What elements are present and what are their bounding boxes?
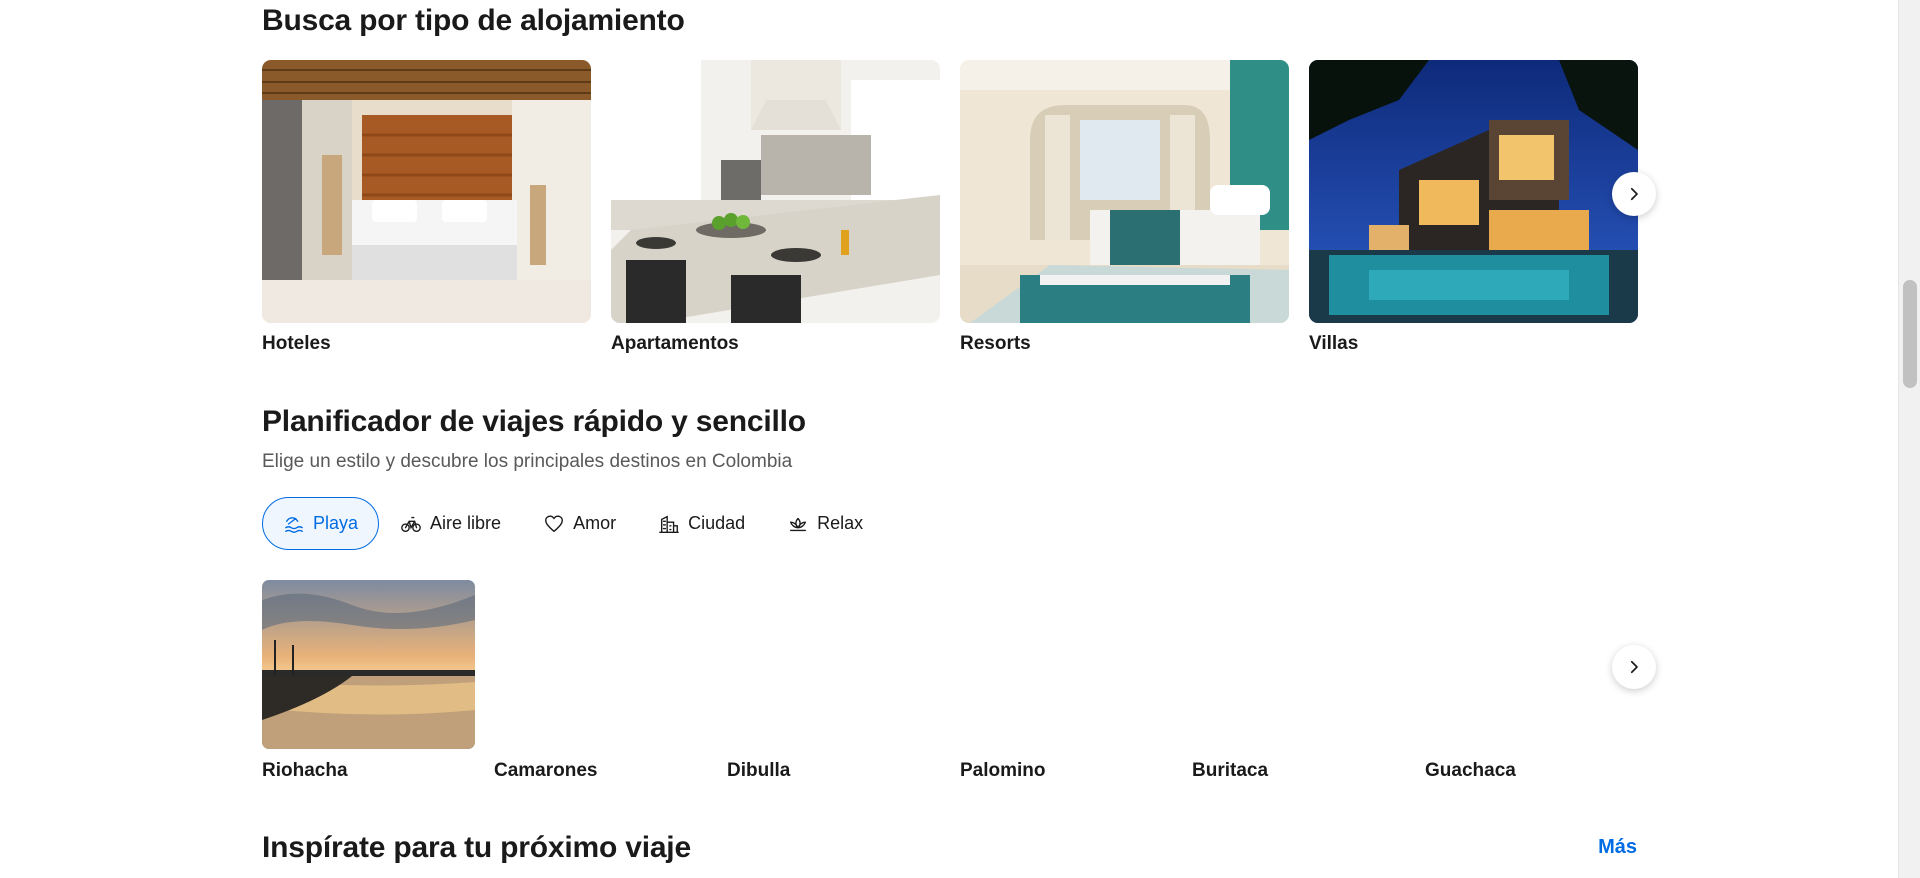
vertical-scrollbar[interactable] xyxy=(1898,0,1920,878)
bicycle-icon xyxy=(401,516,421,532)
apartment-image[interactable] xyxy=(611,60,940,323)
inspiration-title: Inspírate para tu próximo viaje xyxy=(262,831,691,864)
destination-label: Camarones xyxy=(494,760,598,781)
filter-label: Playa xyxy=(313,513,359,533)
property-types-title: Busca por tipo de alojamiento xyxy=(262,4,685,37)
resort-image[interactable] xyxy=(960,60,1289,323)
property-type-card-villas[interactable]: Villas xyxy=(1309,60,1638,355)
filter-outdoors[interactable]: Aire libre xyxy=(379,497,522,550)
property-type-card-resorts[interactable]: Resorts xyxy=(960,60,1289,355)
scrollbar-thumb[interactable] xyxy=(1903,280,1917,388)
hotel-image[interactable] xyxy=(262,60,591,323)
filter-label: Ciudad xyxy=(688,513,746,533)
destinations-next-button[interactable] xyxy=(1612,645,1656,689)
filter-love[interactable]: Amor xyxy=(522,497,637,550)
filter-label: Aire libre xyxy=(430,513,502,533)
heart-icon xyxy=(545,515,563,532)
filter-city[interactable]: Ciudad xyxy=(637,497,766,550)
property-types-next-button[interactable] xyxy=(1612,172,1656,216)
property-type-label: Apartamentos xyxy=(611,333,739,354)
property-type-card-hotels[interactable]: Hoteles xyxy=(262,60,591,355)
filter-label: Amor xyxy=(573,513,617,533)
trip-planner-title: Planificador de viajes rápido y sencillo xyxy=(262,405,806,438)
destination-label: Riohacha xyxy=(262,760,348,781)
destination-label: Buritaca xyxy=(1192,760,1269,781)
destination-label: Guachaca xyxy=(1425,760,1516,781)
city-icon xyxy=(659,515,679,533)
destination-card[interactable]: Riohacha xyxy=(262,580,475,781)
chevron-right-icon xyxy=(1630,187,1638,201)
property-type-card-apartments[interactable]: Apartamentos xyxy=(611,60,940,355)
lotus-icon xyxy=(790,517,807,531)
destination-image[interactable] xyxy=(262,580,475,749)
property-type-label: Resorts xyxy=(960,333,1031,354)
filter-beach[interactable]: Playa xyxy=(262,497,380,550)
page: Busca por tipo de alojamiento Hoteles Ap… xyxy=(0,0,1898,878)
property-type-label: Hoteles xyxy=(262,333,331,354)
trip-style-filters: Playa Aire libre Amor Ciudad Relax xyxy=(262,497,884,550)
more-link[interactable]: Más xyxy=(1598,836,1637,859)
filter-label: Relax xyxy=(817,513,864,533)
destination-label: Palomino xyxy=(960,760,1046,781)
beach-icon xyxy=(285,516,303,533)
filter-relax[interactable]: Relax xyxy=(766,497,884,550)
villa-image[interactable] xyxy=(1309,60,1638,323)
chevron-right-icon xyxy=(1630,660,1638,674)
destination-label: Dibulla xyxy=(727,760,791,781)
property-type-label: Villas xyxy=(1309,333,1359,354)
trip-planner-subtitle: Elige un estilo y descubre los principal… xyxy=(262,451,793,472)
